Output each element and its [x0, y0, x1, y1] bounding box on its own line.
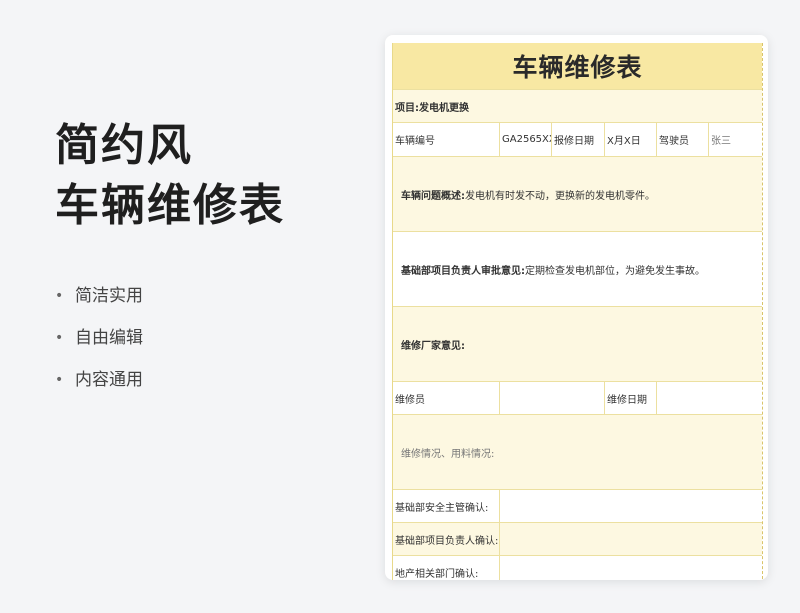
- vehicle-no-label: 车辆编号: [393, 123, 500, 156]
- project-row: 项目:发电机更换: [393, 90, 762, 123]
- repair-status-row: 维修情况、用料情况:: [393, 415, 762, 490]
- bullet-icon: •: [55, 288, 64, 304]
- problem-cell[interactable]: 车辆问题概述: 发电机有时发不动，更换新的发电机零件。: [393, 157, 762, 231]
- safety-confirm-value[interactable]: [500, 490, 762, 522]
- repair-date-label: 维修日期: [605, 382, 657, 414]
- realestate-confirm-value[interactable]: [500, 556, 762, 580]
- feature-item: • 内容通用: [55, 367, 143, 409]
- report-date-label: 报修日期: [552, 123, 605, 156]
- feature-list: • 简洁实用 • 自由编辑 • 内容通用: [55, 283, 143, 409]
- repairer-label: 维修员: [393, 382, 500, 414]
- title-line-2: 车辆维修表: [55, 180, 285, 231]
- repair-status-label[interactable]: 维修情况、用料情况:: [393, 415, 762, 489]
- repairer-value[interactable]: [500, 382, 605, 414]
- feature-label: 内容通用: [75, 370, 143, 390]
- form-title: 车辆维修表: [393, 43, 762, 89]
- factory-opinion-row: 维修厂家意见:: [393, 307, 762, 382]
- project-confirm-row: 基础部项目负责人确认:: [393, 523, 762, 556]
- project-confirm-value[interactable]: [500, 523, 762, 555]
- feature-label: 自由编辑: [75, 328, 143, 348]
- vehicle-info-row: 车辆编号 GA2565XXX 报修日期 X月X日 驾驶员 张三: [393, 123, 762, 157]
- realestate-confirm-row: 地产相关部门确认:: [393, 556, 762, 580]
- realestate-confirm-label: 地产相关部门确认:: [393, 556, 500, 580]
- bullet-icon: •: [55, 372, 64, 388]
- report-date-value[interactable]: X月X日: [605, 123, 657, 156]
- safety-confirm-label: 基础部安全主管确认:: [393, 490, 500, 522]
- vehicle-no-value[interactable]: GA2565XXX: [500, 123, 552, 156]
- problem-label: 车辆问题概述:: [401, 190, 465, 202]
- driver-label: 驾驶员: [657, 123, 709, 156]
- factory-opinion-label[interactable]: 维修厂家意见:: [393, 307, 762, 381]
- project-confirm-label: 基础部项目负责人确认:: [393, 523, 500, 555]
- safety-confirm-row: 基础部安全主管确认:: [393, 490, 762, 523]
- problem-text: 发电机有时发不动，更换新的发电机零件。: [465, 190, 655, 202]
- title-line-1: 简约风: [55, 120, 193, 171]
- problem-row: 车辆问题概述: 发电机有时发不动，更换新的发电机零件。: [393, 157, 762, 232]
- review-cell[interactable]: 基础部项目负责人审批意见: 定期检查发电机部位，为避免发生事故。: [393, 232, 762, 306]
- repair-form: 车辆维修表 项目:发电机更换 车辆编号 GA2565XXX 报修日期 X月X日 …: [392, 43, 763, 580]
- promo-title: 简约风 车辆维修表: [55, 116, 285, 236]
- review-label: 基础部项目负责人审批意见:: [401, 265, 525, 277]
- feature-item: • 简洁实用: [55, 283, 143, 325]
- repair-date-value[interactable]: [657, 382, 762, 414]
- repairer-row: 维修员 维修日期: [393, 382, 762, 415]
- driver-value[interactable]: 张三: [709, 123, 762, 156]
- form-header-row: 车辆维修表: [393, 43, 762, 90]
- form-preview-card: 车辆维修表 项目:发电机更换 车辆编号 GA2565XXX 报修日期 X月X日 …: [385, 35, 768, 580]
- feature-label: 简洁实用: [75, 286, 143, 306]
- feature-item: • 自由编辑: [55, 325, 143, 367]
- review-text: 定期检查发电机部位，为避免发生事故。: [525, 265, 705, 277]
- bullet-icon: •: [55, 330, 64, 346]
- review-row: 基础部项目负责人审批意见: 定期检查发电机部位，为避免发生事故。: [393, 232, 762, 307]
- project-label: 项目:发电机更换: [395, 102, 469, 114]
